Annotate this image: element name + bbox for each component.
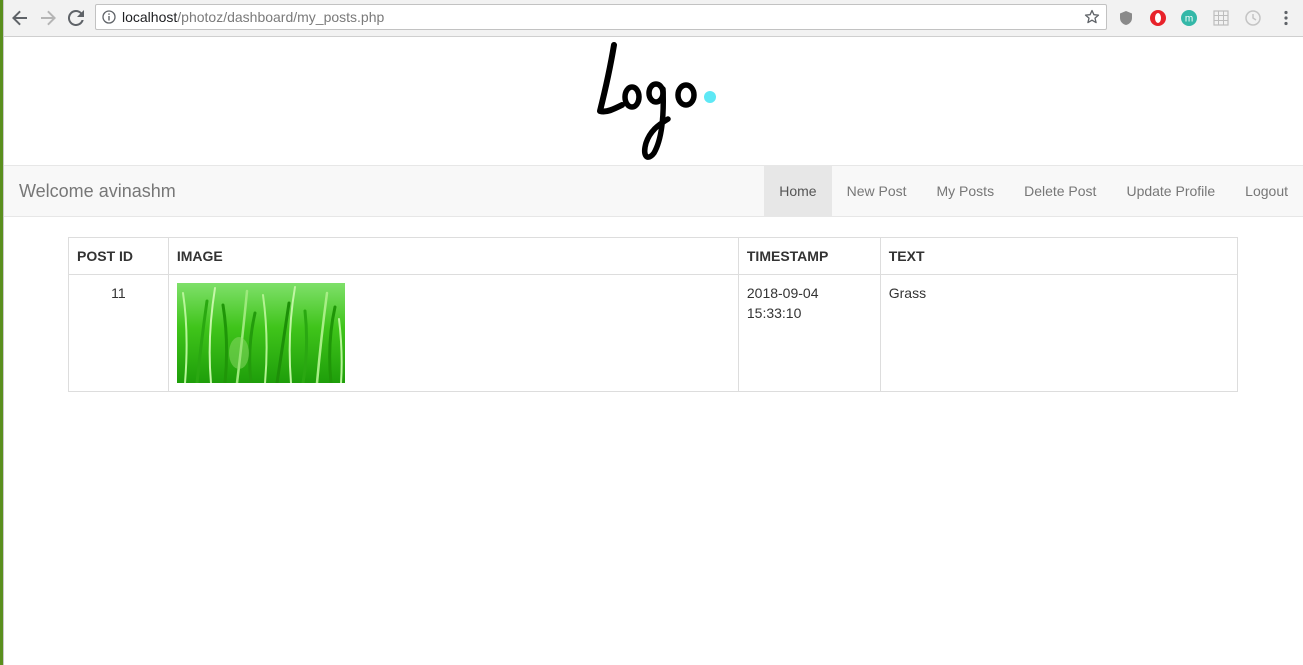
posts-table: POST ID IMAGE TIMESTAMP TEXT 11 2018-09-… <box>68 237 1239 392</box>
table-header-row: POST ID IMAGE TIMESTAMP TEXT <box>68 237 1239 275</box>
url-text: localhost/photoz/dashboard/my_posts.php <box>122 9 384 25</box>
nav-item-home[interactable]: Home <box>764 166 832 216</box>
welcome-brand[interactable]: Welcome avinashm <box>19 181 176 201</box>
grid-extension-icon[interactable] <box>1212 9 1230 27</box>
nav-menu: Home New Post My Posts Delete Post Updat… <box>764 166 1303 216</box>
svg-text:m: m <box>1185 14 1193 25</box>
header-image: IMAGE <box>167 237 739 275</box>
post-id-cell: 11 <box>68 274 169 392</box>
table-row: 11 2018-09-04 15:33:10 Grass <box>68 274 1239 392</box>
nav-item-my-posts[interactable]: My Posts <box>922 166 1010 216</box>
post-image[interactable] <box>176 283 345 383</box>
image-cell <box>167 274 739 392</box>
nav-item-new-post[interactable]: New Post <box>832 166 922 216</box>
timestamp-time: 15:33:10 <box>746 305 802 321</box>
kebab-menu-icon[interactable] <box>1277 9 1295 27</box>
reload-icon[interactable] <box>64 6 88 30</box>
browser-toolbar: localhost/photoz/dashboard/my_posts.php … <box>4 0 1303 37</box>
nav-item-logout[interactable]: Logout <box>1230 166 1303 216</box>
clock-extension-icon[interactable] <box>1244 9 1262 27</box>
url-host: localhost <box>122 9 178 25</box>
opera-extension-icon[interactable] <box>1149 9 1167 27</box>
navbar: Welcome avinashm Home New Post My Posts … <box>4 165 1303 217</box>
text-cell: Grass <box>879 274 1239 392</box>
address-bar[interactable]: localhost/photoz/dashboard/my_posts.php <box>95 4 1107 30</box>
url-path: /photoz/dashboard/my_posts.php <box>177 9 385 25</box>
star-icon[interactable] <box>1084 9 1100 30</box>
nav-item-update-profile[interactable]: Update Profile <box>1111 166 1230 216</box>
header-text: TEXT <box>879 237 1239 275</box>
forward-arrow-icon[interactable] <box>36 6 60 30</box>
header-logo-area <box>4 37 1303 165</box>
timestamp-cell: 2018-09-04 15:33:10 <box>737 274 881 392</box>
m-extension-icon[interactable]: m <box>1180 9 1198 27</box>
timestamp-date: 2018-09-04 <box>746 285 819 301</box>
header-timestamp: TIMESTAMP <box>737 237 881 275</box>
shield-extension-icon[interactable] <box>1117 9 1135 27</box>
back-arrow-icon[interactable] <box>8 6 32 30</box>
nav-item-delete-post[interactable]: Delete Post <box>1009 166 1111 216</box>
info-icon[interactable] <box>102 10 116 29</box>
site-logo[interactable] <box>592 39 722 168</box>
header-post-id: POST ID <box>68 237 169 275</box>
